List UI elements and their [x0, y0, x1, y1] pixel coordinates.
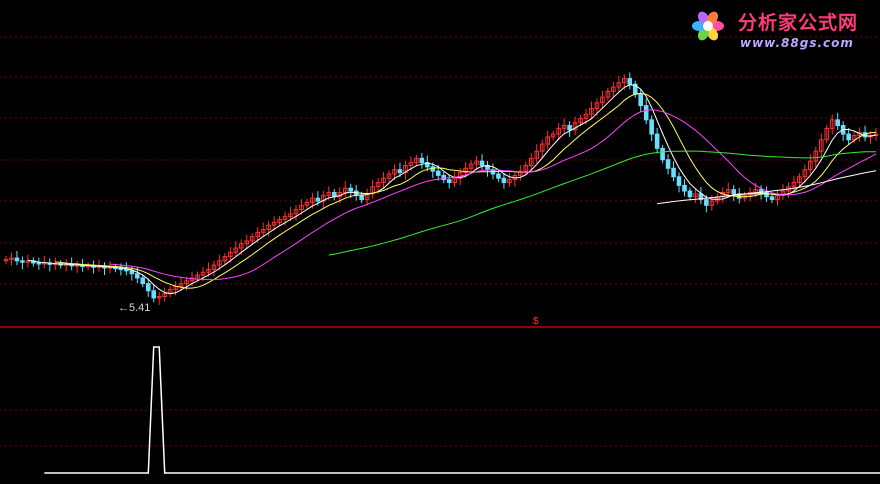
candle-body	[627, 78, 633, 85]
candle-body	[441, 174, 447, 181]
candle-body	[501, 177, 507, 184]
candle-body	[118, 268, 124, 271]
candle-body	[479, 160, 485, 166]
logo-name[interactable]: 分析家公式网	[738, 8, 858, 35]
candle-body	[397, 169, 403, 174]
ma5-line	[27, 84, 877, 295]
candle-body	[846, 133, 851, 141]
candle-body	[145, 283, 151, 292]
signal-indicator-line	[44, 346, 880, 474]
candle-body	[359, 194, 364, 201]
chart-stage: 分析家公式网 www.88gs.com ←5.41 $	[0, 0, 880, 479]
candle-body	[135, 273, 140, 279]
candle-body	[671, 167, 676, 178]
candle-body	[687, 190, 693, 198]
low-price-annotation: ←5.41	[118, 302, 151, 314]
candle-body	[769, 196, 775, 201]
candle-body	[665, 159, 671, 169]
candle-body	[835, 119, 840, 127]
candle-body	[14, 257, 20, 262]
logo-url[interactable]: www.88gs.com	[740, 36, 854, 50]
candle-body	[430, 166, 436, 172]
candle-body	[20, 260, 25, 263]
candle-body	[315, 197, 321, 202]
candle-body	[36, 262, 42, 265]
candle-body	[704, 199, 709, 206]
candle-body	[129, 270, 135, 275]
candle-body	[649, 119, 654, 135]
candle-body	[446, 179, 452, 184]
candle-body	[124, 268, 129, 272]
candle-body	[419, 157, 425, 164]
candle-body	[682, 184, 687, 192]
candle-body	[348, 187, 354, 192]
candle-body	[140, 277, 146, 285]
candle-body	[435, 170, 441, 176]
candle-body	[638, 93, 644, 107]
candle-body	[151, 290, 157, 299]
ma10-line	[55, 92, 877, 289]
candle-body	[496, 173, 501, 179]
divider-marker: $	[533, 316, 539, 327]
candle-body	[654, 133, 660, 149]
candle-body	[567, 125, 572, 131]
flower-center	[703, 21, 713, 31]
kline-chart-svg	[0, 11, 880, 474]
candle-body	[643, 105, 649, 121]
candle-body	[660, 147, 665, 161]
candle-body	[731, 189, 737, 195]
candle-body	[676, 176, 682, 186]
